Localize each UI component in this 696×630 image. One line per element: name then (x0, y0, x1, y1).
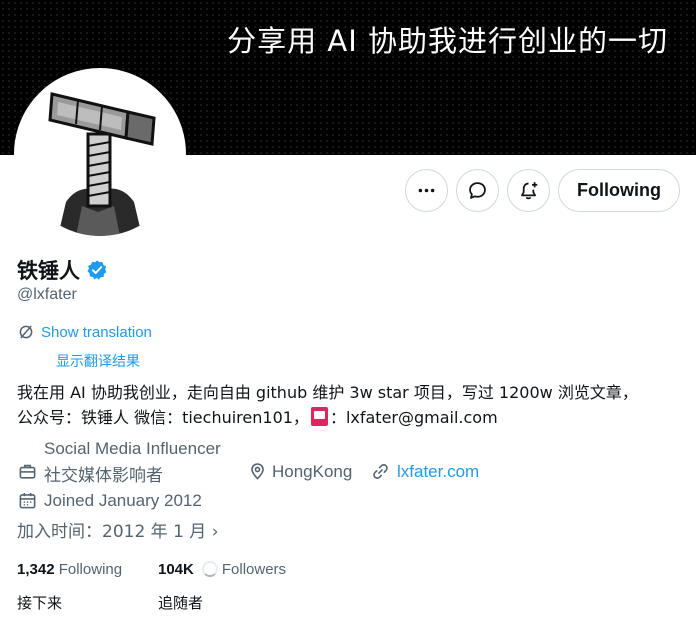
followers-label: Followers (221, 561, 287, 578)
location-pin-icon (248, 462, 267, 481)
bio-line-2-text: 公众号：铁锤人 微信：tiechuiren101， (17, 408, 309, 427)
translate-icon (19, 325, 33, 339)
message-button[interactable] (456, 169, 500, 212)
joined-date-cn-text: 加入时间：2012 年 1 月 (17, 522, 207, 542)
link-icon (371, 462, 390, 481)
profile-bio: 我在用 AI 协助我创业，走向自由 github 维护 3w star 项目，写… (17, 380, 682, 430)
more-button[interactable] (405, 169, 449, 212)
bio-line-1: 我在用 AI 协助我创业，走向自由 github 维护 3w star 项目，写… (17, 383, 638, 402)
following-stat[interactable]: 1,342 Following (17, 561, 122, 578)
display-name: 铁锤人 (17, 259, 80, 283)
bell-plus-icon (521, 182, 538, 200)
calendar-icon (18, 491, 37, 510)
show-translation-link[interactable]: Show translation (41, 324, 152, 341)
name-row: 铁锤人 (17, 255, 108, 285)
profile-actions: Following (405, 169, 680, 212)
followers-stat[interactable]: 104K Followers (158, 561, 286, 578)
message-bubble-icon (469, 182, 486, 199)
banner-text: 分享用 AI 协助我进行创业的一切 (227, 24, 668, 58)
mailbox-icon (310, 407, 328, 426)
following-button[interactable]: Following (558, 169, 680, 212)
hammer-avatar-icon (18, 72, 182, 236)
category-label: Social Media Influencer (44, 439, 221, 458)
following-label: Following (58, 561, 123, 578)
followers-count: 104K (158, 561, 194, 578)
show-translation[interactable]: Show translation (17, 323, 152, 341)
verified-badge-icon[interactable] (86, 259, 108, 281)
bio-line-2: 公众号：铁锤人 微信：tiechuiren101， ：lxfater@gmail.… (17, 405, 682, 430)
chevron-right-icon: › (211, 522, 219, 542)
joined-date: Joined January 2012 (44, 491, 202, 510)
follow-stats: 1,342 Following 104K Followers (17, 561, 286, 578)
location: HongKong (272, 462, 353, 481)
following-count: 1,342 (17, 561, 55, 578)
loading-spinner-icon (201, 561, 218, 577)
show-translation-cn[interactable]: 显示翻译结果 (56, 351, 140, 371)
website-link[interactable]: lxfater.com (397, 462, 479, 482)
user-handle: @lxfater (17, 286, 77, 303)
briefcase-icon (18, 462, 37, 481)
bio-email: ：lxfater@gmail.com (329, 408, 498, 427)
category-label-cn: 社交媒体影响者 (44, 466, 163, 486)
following-label-cn[interactable]: 接下来 (17, 592, 62, 613)
notify-button[interactable] (507, 169, 551, 212)
followers-label-cn[interactable]: 追随者 (158, 592, 203, 613)
more-horizontal-icon (418, 188, 435, 193)
joined-date-cn[interactable]: 加入时间：2012 年 1 月 › (17, 517, 219, 542)
avatar[interactable] (14, 68, 186, 240)
